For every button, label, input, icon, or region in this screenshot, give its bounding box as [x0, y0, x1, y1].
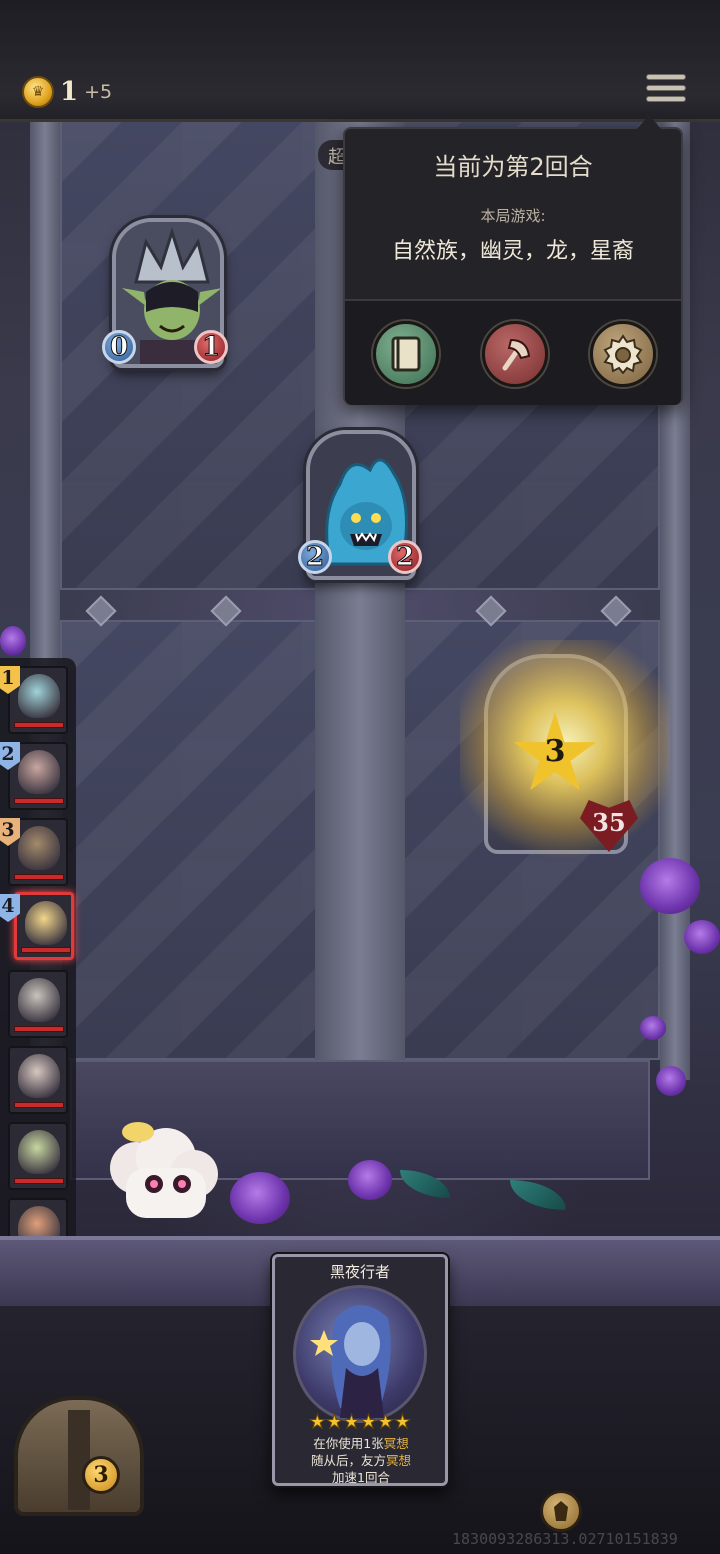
hero-portrait — [18, 826, 60, 870]
keyword-meditate: 冥想 — [386, 1453, 412, 1468]
gear-icon — [603, 334, 643, 374]
axe-icon — [502, 338, 531, 371]
hero-hp-bar — [21, 947, 71, 953]
minion-health: 2 — [388, 540, 422, 574]
enemy-minion-card[interactable]: 0 1 — [100, 214, 234, 382]
menu-button[interactable] — [646, 74, 686, 108]
game-tribes-list: 自然族，幽灵，龙，星裔 — [391, 239, 634, 264]
hero-hp-bar — [14, 1102, 64, 1108]
keyword-meditate: 冥想 — [383, 1436, 409, 1451]
hero-portrait — [18, 1130, 60, 1174]
hero-leaderboard: 1 2 3 4 — [0, 658, 76, 1272]
game-info-popup: 当前为第2回合 本局游戏: 自然族，幽灵，龙，星裔 — [343, 115, 683, 405]
minion-attack: 0 — [102, 330, 136, 364]
window-pane — [60, 620, 320, 1060]
settings-button[interactable] — [590, 321, 656, 387]
night-walker-portrait — [310, 1305, 391, 1418]
hero-hp-bar — [14, 1178, 64, 1184]
book-icon — [391, 336, 421, 372]
hero-hp-bar — [14, 1026, 64, 1032]
surrender-button[interactable] — [482, 321, 548, 387]
hero-hp-bar — [14, 798, 64, 804]
hero-hp-bar — [14, 722, 64, 728]
gold-coin-icon: ♛ — [22, 76, 54, 108]
crest-button[interactable] — [540, 1490, 582, 1532]
hero-portrait — [18, 1054, 60, 1098]
rose-decoration — [684, 920, 720, 954]
rose-decoration — [0, 626, 26, 656]
gold-increment: +5 — [84, 81, 113, 103]
minion-attack: 2 — [298, 540, 332, 574]
gold-counter: ♛ 1 +5 — [22, 76, 112, 108]
hero-portrait — [18, 978, 60, 1022]
rose-decoration — [348, 1160, 392, 1200]
game-tribes-label: 本局游戏: — [480, 207, 546, 225]
hero-portrait — [18, 674, 60, 718]
popup-action-bar — [345, 301, 681, 405]
minion-health: 1 — [194, 330, 228, 364]
hero-portrait — [18, 750, 60, 794]
current-round-text: 当前为第2回合 — [433, 153, 593, 181]
card-art — [293, 1285, 427, 1423]
hero-slot-active[interactable] — [14, 892, 74, 960]
hero-slot[interactable] — [8, 1122, 68, 1190]
hero-health: 35 — [592, 808, 626, 837]
hero-slot[interactable] — [8, 1046, 68, 1114]
crest-icon — [554, 1501, 568, 1521]
treasure-chest-button[interactable] — [14, 1396, 144, 1516]
rose-decoration — [230, 1172, 290, 1224]
card-name: 黑夜行者 — [329, 1263, 390, 1281]
hamburger-menu-icon — [646, 74, 686, 80]
hero-portrait — [25, 901, 67, 945]
hero-hp-bar — [14, 874, 64, 880]
hand-card[interactable]: 黑夜行者 ★★★★★★ 在你使用1张冥想 随从后，友方冥想 加速1回合 — [272, 1254, 448, 1486]
rose-decoration — [640, 1016, 666, 1040]
cloud-pet-mascot — [110, 1122, 218, 1218]
tavern-level: 3 — [544, 734, 566, 769]
player-minion-card[interactable]: 2 2 — [294, 426, 428, 590]
hero-slot[interactable] — [8, 970, 68, 1038]
watermark-id: 1830093286313.02710151839 — [452, 1530, 678, 1548]
card-star-rating: ★★★★★★ — [308, 1411, 412, 1434]
rulebook-button[interactable] — [373, 321, 439, 387]
top-bar: ♛ 1 +5 — [0, 0, 720, 122]
card-description: 在你使用1张冥想 随从后，友方冥想 加速1回合 — [310, 1436, 412, 1485]
gold-value: 1 — [60, 77, 79, 107]
chest-count-badge: 3 — [82, 1456, 120, 1494]
rose-decoration — [656, 1066, 686, 1096]
